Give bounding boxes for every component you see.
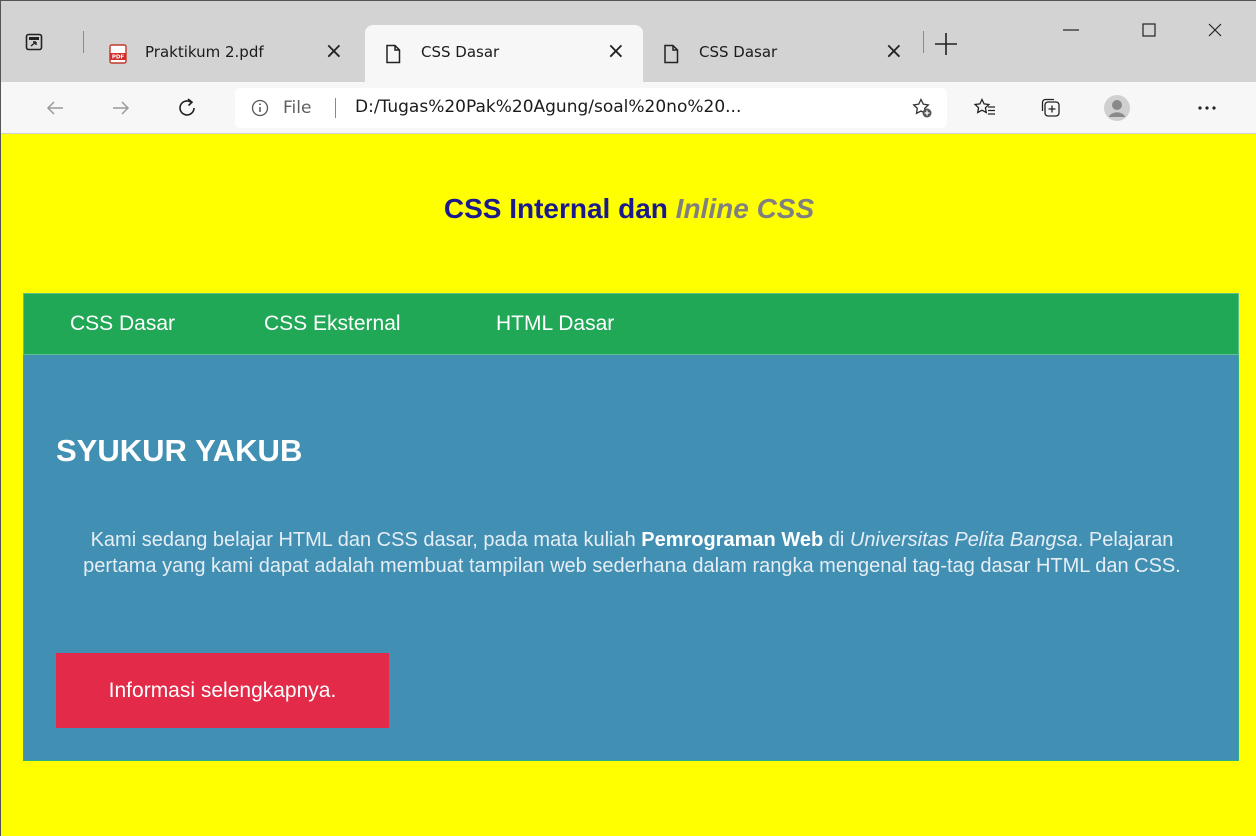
url-text[interactable]: D:/Tugas%20Pak%20Agung/soal%20no%20... bbox=[355, 97, 741, 117]
close-window-icon bbox=[1208, 23, 1222, 37]
close-icon[interactable]: × bbox=[325, 39, 343, 65]
add-favorite-icon[interactable] bbox=[911, 97, 933, 119]
address-bar[interactable]: File D:/Tugas%20Pak%20Agung/soal%20no%20… bbox=[235, 88, 947, 128]
close-window-button[interactable] bbox=[1195, 15, 1235, 45]
tab-css-dasar-active[interactable]: CSS Dasar × bbox=[365, 25, 643, 83]
nav-item-css-eksternal[interactable]: CSS Eksternal bbox=[264, 312, 401, 336]
content-heading: SYUKUR YAKUB bbox=[56, 433, 303, 468]
plus-icon bbox=[935, 33, 957, 55]
tab-label: CSS Dasar bbox=[421, 43, 500, 61]
tab-label: CSS Dasar bbox=[699, 43, 778, 61]
tab-css-dasar[interactable]: CSS Dasar × bbox=[643, 25, 921, 83]
page-viewport: CSS Internal dan Inline CSS CSS Dasar CS… bbox=[1, 135, 1256, 836]
browser-window: PDF Praktikum 2.pdf × CSS Dasar × CSS Da… bbox=[0, 0, 1256, 836]
page-title: CSS Internal dan Inline CSS bbox=[1, 193, 1256, 225]
tab-label: Praktikum 2.pdf bbox=[145, 43, 264, 61]
tab-praktikum[interactable]: PDF Praktikum 2.pdf × bbox=[89, 25, 361, 83]
new-tab-button[interactable] bbox=[931, 29, 961, 59]
more-info-button[interactable]: Informasi selengkapnya. bbox=[56, 653, 389, 728]
maximize-button[interactable] bbox=[1129, 15, 1169, 45]
favorites-icon bbox=[973, 97, 995, 115]
back-arrow-icon bbox=[46, 101, 63, 115]
url-scheme: File bbox=[283, 98, 312, 118]
minimize-icon bbox=[1063, 29, 1079, 31]
collections-icon bbox=[1041, 98, 1060, 117]
tab-separator bbox=[83, 31, 84, 53]
info-icon[interactable] bbox=[251, 99, 269, 117]
close-icon[interactable]: × bbox=[607, 39, 625, 65]
page-title-emphasis: Inline CSS bbox=[675, 193, 815, 224]
tab-strip: PDF Praktikum 2.pdf × CSS Dasar × CSS Da… bbox=[1, 0, 1256, 83]
minimize-button[interactable] bbox=[1051, 15, 1091, 45]
back-button[interactable] bbox=[39, 92, 71, 124]
para-bold: Pemrograman Web bbox=[641, 529, 824, 551]
content-paragraph: Kami sedang belajar HTML dan CSS dasar, … bbox=[52, 527, 1212, 579]
favorites-button[interactable] bbox=[969, 92, 1001, 124]
site-nav: CSS Dasar CSS Eksternal HTML Dasar bbox=[23, 293, 1239, 355]
maximize-icon bbox=[1142, 23, 1156, 37]
refresh-button[interactable] bbox=[171, 92, 203, 124]
more-icon bbox=[1198, 106, 1216, 110]
profile-button[interactable] bbox=[1101, 92, 1133, 124]
para-italic: Universitas Pelita Bangsa bbox=[849, 529, 1078, 551]
page-title-main: CSS Internal dan bbox=[443, 193, 676, 224]
page-icon bbox=[385, 44, 403, 64]
tab-separator bbox=[923, 31, 924, 53]
pdf-icon: PDF bbox=[109, 44, 127, 64]
nav-item-html-dasar[interactable]: HTML Dasar bbox=[496, 312, 614, 336]
nav-item-css-dasar[interactable]: CSS Dasar bbox=[70, 312, 175, 336]
page-icon bbox=[663, 44, 681, 64]
content-section: SYUKUR YAKUB Kami sedang belajar HTML da… bbox=[23, 355, 1239, 761]
more-button[interactable] bbox=[1191, 92, 1223, 124]
forward-arrow-icon bbox=[113, 101, 130, 115]
forward-button[interactable] bbox=[105, 92, 137, 124]
avatar-icon bbox=[1104, 95, 1130, 121]
tab-actions-icon[interactable] bbox=[23, 31, 45, 53]
para-text: Kami sedang belajar HTML dan CSS dasar, … bbox=[90, 529, 642, 551]
browser-toolbar: File D:/Tugas%20Pak%20Agung/soal%20no%20… bbox=[1, 82, 1256, 134]
close-icon[interactable]: × bbox=[885, 39, 903, 65]
url-divider bbox=[335, 98, 336, 118]
svg-text:PDF: PDF bbox=[112, 55, 125, 61]
refresh-icon bbox=[179, 98, 195, 116]
collections-button[interactable] bbox=[1035, 92, 1067, 124]
para-text: di bbox=[823, 529, 850, 551]
